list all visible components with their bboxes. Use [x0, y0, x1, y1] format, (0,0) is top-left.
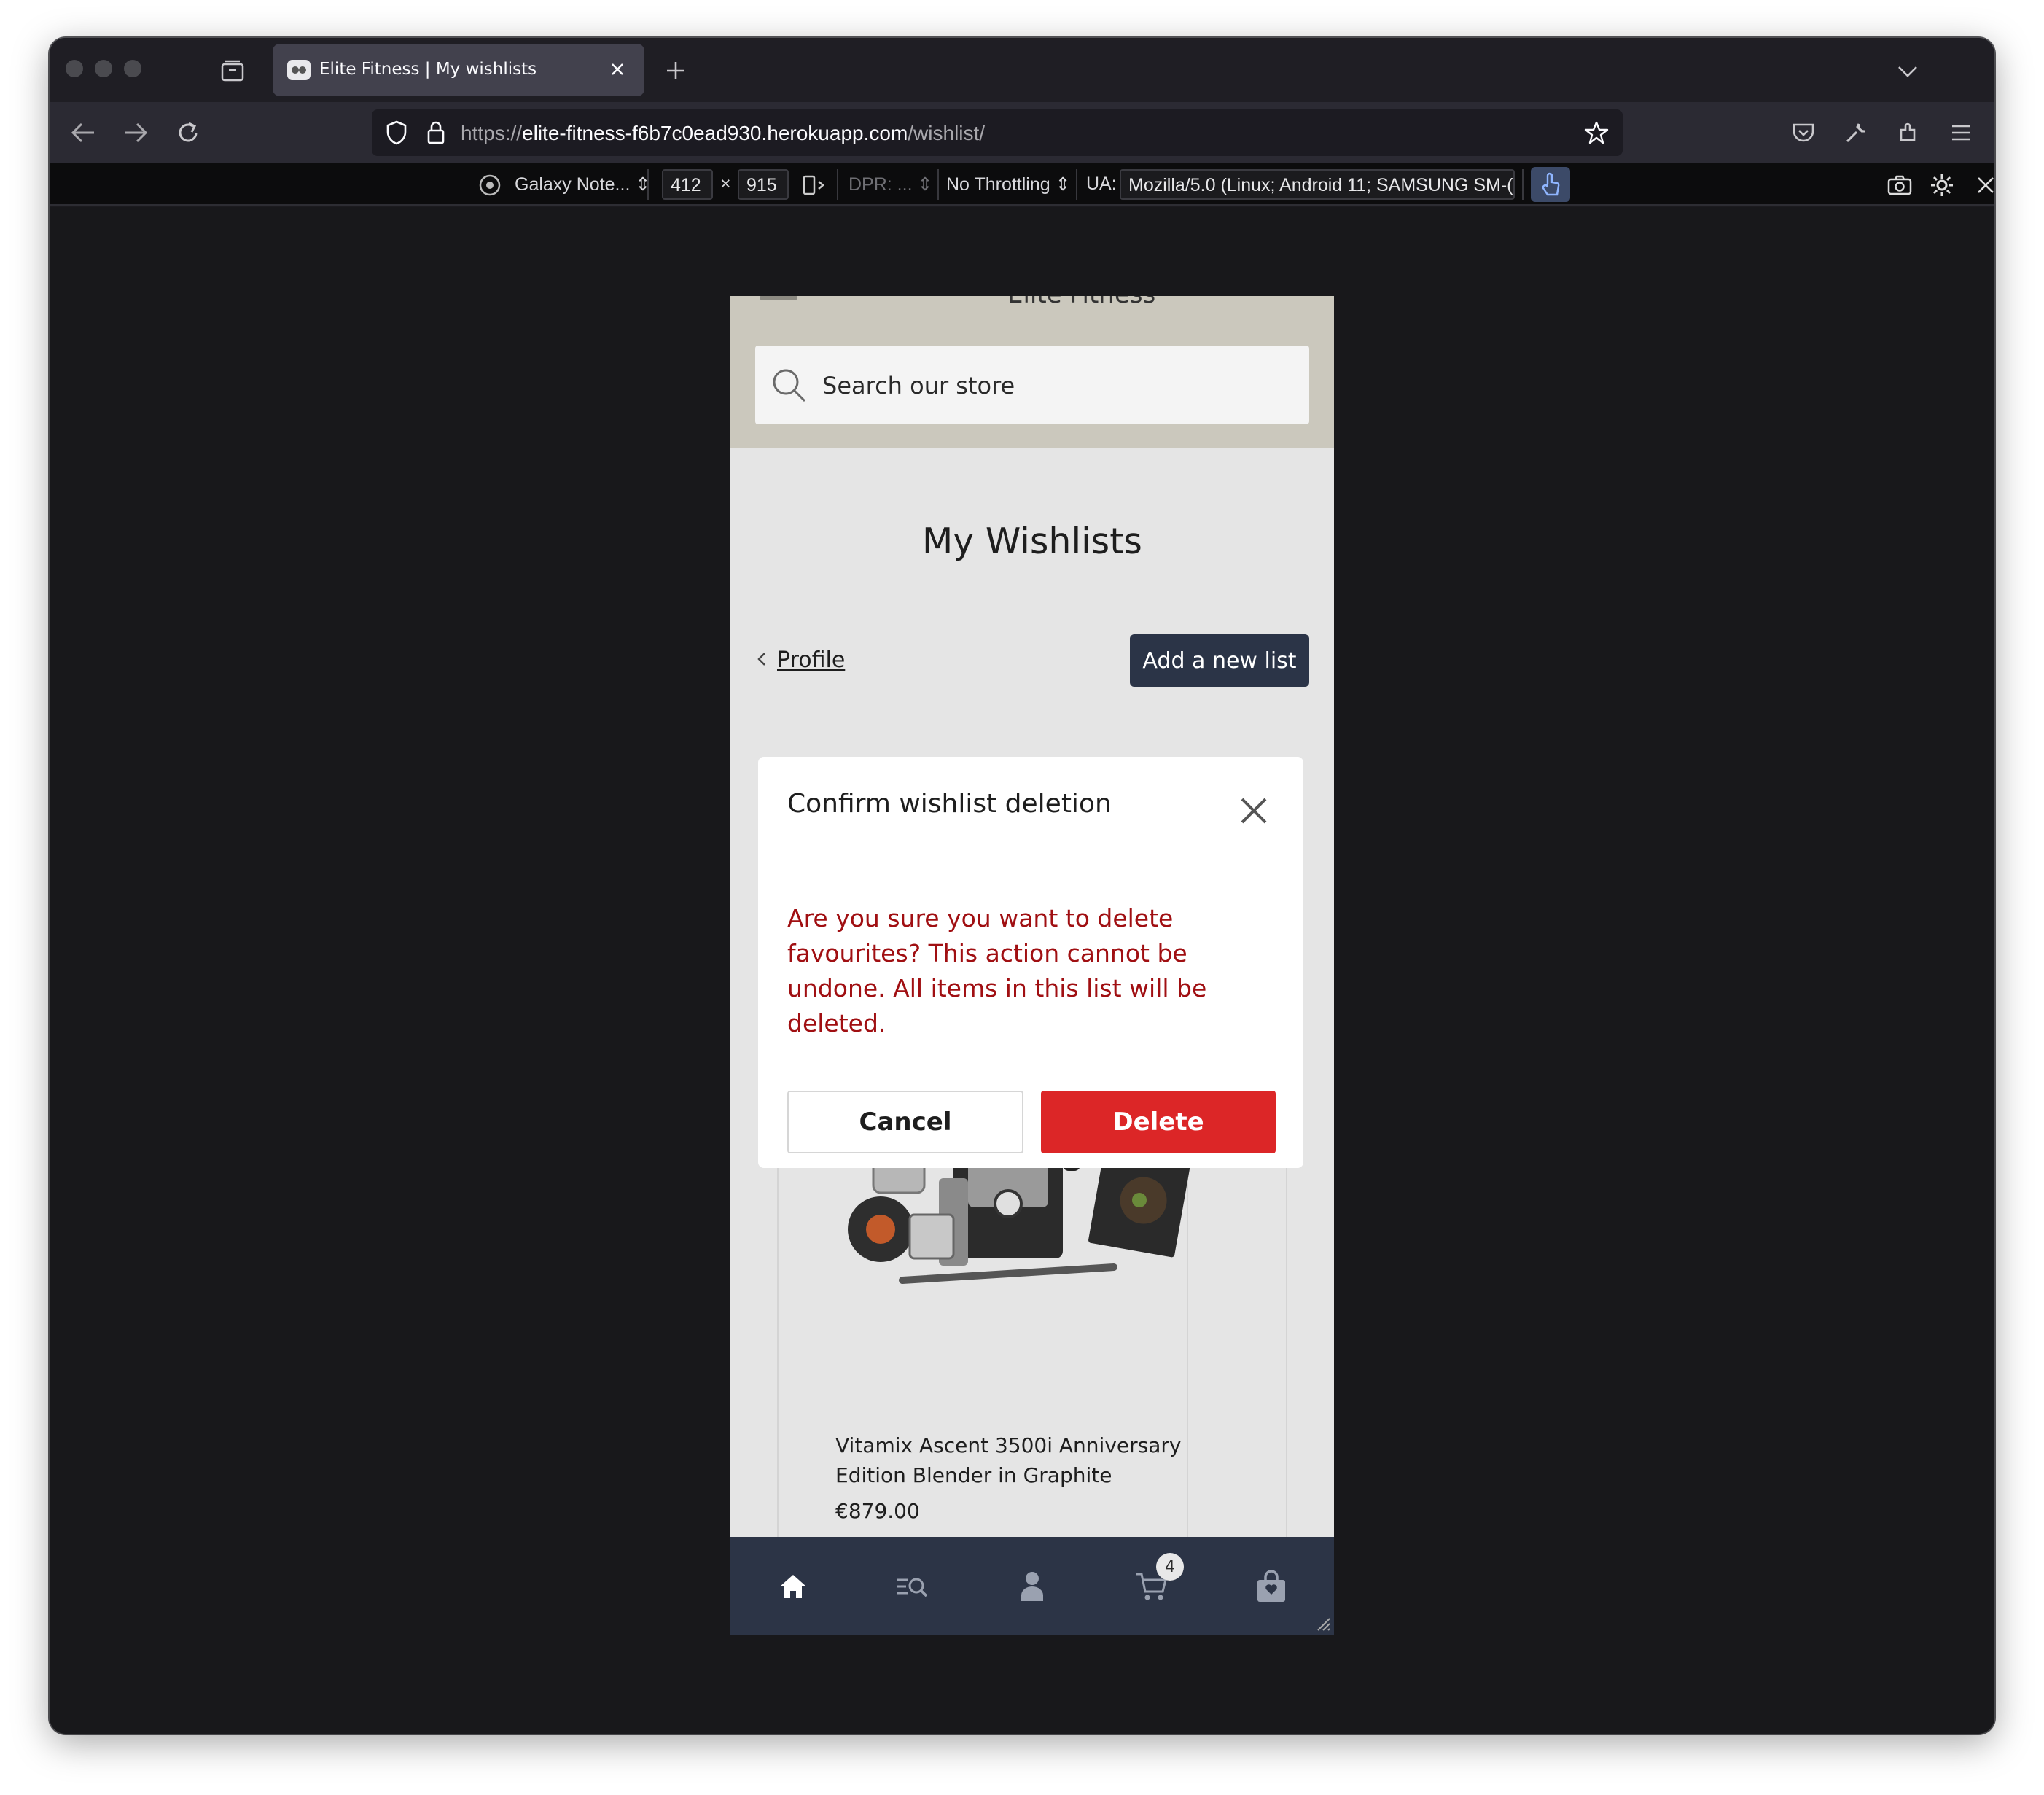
delete-button[interactable]: Delete: [1041, 1091, 1276, 1153]
wrench-icon[interactable]: [1838, 115, 1873, 150]
separator: [647, 169, 649, 200]
viewport-area: Elite Fitness Search our store My Wishli…: [50, 207, 1994, 1734]
close-icon[interactable]: [1232, 789, 1276, 833]
reload-icon[interactable]: [171, 115, 206, 150]
product-price: €879.00: [835, 1499, 920, 1523]
viewport-width-input[interactable]: 412: [662, 169, 713, 200]
bottom-navigation: 4: [730, 1537, 1334, 1635]
browser-window: Elite Fitness | My wishlists https://eli…: [50, 38, 1994, 1734]
bookmark-star-icon[interactable]: [1582, 118, 1611, 147]
rotate-device-icon[interactable]: [799, 171, 828, 200]
ua-label: UA:: [1086, 174, 1117, 194]
site-header: Elite Fitness Search our store: [730, 296, 1334, 448]
page-title: My Wishlists: [922, 521, 1142, 562]
shield-icon[interactable]: [382, 118, 411, 147]
navigation-toolbar: https://elite-fitness-f6b7c0ead930.herok…: [50, 102, 1994, 163]
site-logo-title[interactable]: Elite Fitness: [1007, 296, 1155, 309]
user-icon[interactable]: [1013, 1568, 1051, 1605]
url-text: https://elite-fitness-f6b7c0ead930.herok…: [461, 122, 986, 144]
profile-link-label: Profile: [777, 647, 846, 673]
maximize-window-button[interactable]: [124, 60, 141, 77]
bag-icon[interactable]: [1252, 1568, 1290, 1605]
resize-handle-icon[interactable]: [1314, 1614, 1331, 1632]
product-name[interactable]: Vitamix Ascent 3500i Anniversary Edition…: [835, 1430, 1214, 1490]
close-window-button[interactable]: [66, 60, 83, 77]
chrome-device-icon: [475, 171, 504, 200]
screenshot-camera-icon[interactable]: [1885, 171, 1914, 200]
search-placeholder: Search our store: [822, 372, 1015, 400]
minimize-window-button[interactable]: [95, 60, 112, 77]
confirm-delete-modal: Confirm wishlist deletion Are you sure y…: [758, 757, 1303, 1168]
modal-message: Are you sure you want to delete favourit…: [787, 904, 1207, 1037]
mobile-viewport: Elite Fitness Search our store My Wishli…: [730, 296, 1334, 1635]
dpr-selector[interactable]: DPR: ... ⇕: [849, 174, 932, 195]
lock-icon[interactable]: [421, 118, 450, 147]
touch-simulation-icon[interactable]: [1531, 167, 1570, 202]
add-new-list-button[interactable]: Add a new list: [1130, 634, 1309, 687]
search-icon: [773, 369, 806, 402]
tab-overview-icon[interactable]: [219, 57, 246, 85]
menu-icon[interactable]: [1943, 115, 1978, 150]
close-rdm-icon[interactable]: [1971, 171, 1994, 200]
new-tab-icon[interactable]: [660, 55, 691, 86]
settings-gear-icon[interactable]: [1927, 171, 1957, 200]
address-bar[interactable]: https://elite-fitness-f6b7c0ead930.herok…: [372, 109, 1623, 156]
separator: [1076, 169, 1077, 200]
forward-icon[interactable]: [118, 115, 153, 150]
chevron-left-icon: [757, 653, 765, 666]
tab-bar: Elite Fitness | My wishlists: [50, 38, 1994, 102]
chevron-down-icon[interactable]: [1892, 57, 1923, 86]
viewport-height-input[interactable]: 915: [738, 169, 789, 200]
hamburger-menu-icon[interactable]: [760, 296, 797, 300]
modal-title: Confirm wishlist deletion: [787, 789, 1112, 819]
close-tab-icon[interactable]: [602, 54, 633, 85]
site-favicon-icon: [287, 60, 311, 80]
separator: [937, 169, 939, 200]
pocket-icon[interactable]: [1786, 115, 1821, 150]
back-icon[interactable]: [66, 115, 101, 150]
search-input[interactable]: Search our store: [755, 346, 1309, 424]
search-list-icon[interactable]: [894, 1568, 932, 1605]
home-icon[interactable]: [774, 1568, 812, 1605]
extensions-icon[interactable]: [1891, 115, 1926, 150]
cart-count-badge: 4: [1156, 1553, 1184, 1581]
separator: [1522, 169, 1524, 200]
active-tab[interactable]: Elite Fitness | My wishlists: [273, 44, 644, 96]
profile-back-link[interactable]: Profile: [757, 647, 845, 673]
cancel-button[interactable]: Cancel: [787, 1091, 1023, 1153]
tab-title: Elite Fitness | My wishlists: [319, 60, 537, 79]
throttling-selector[interactable]: No Throttling ⇕: [946, 174, 1071, 195]
responsive-design-toolbar: Galaxy Note... ⇕ 412 × 915 DPR: ... ⇕ No…: [50, 163, 1994, 206]
user-agent-input[interactable]: Mozilla/5.0 (Linux; Android 11; SAMSUNG …: [1120, 169, 1515, 200]
dimension-times: ×: [720, 174, 731, 194]
device-selector[interactable]: Galaxy Note... ⇕: [515, 174, 650, 195]
separator: [837, 169, 838, 200]
